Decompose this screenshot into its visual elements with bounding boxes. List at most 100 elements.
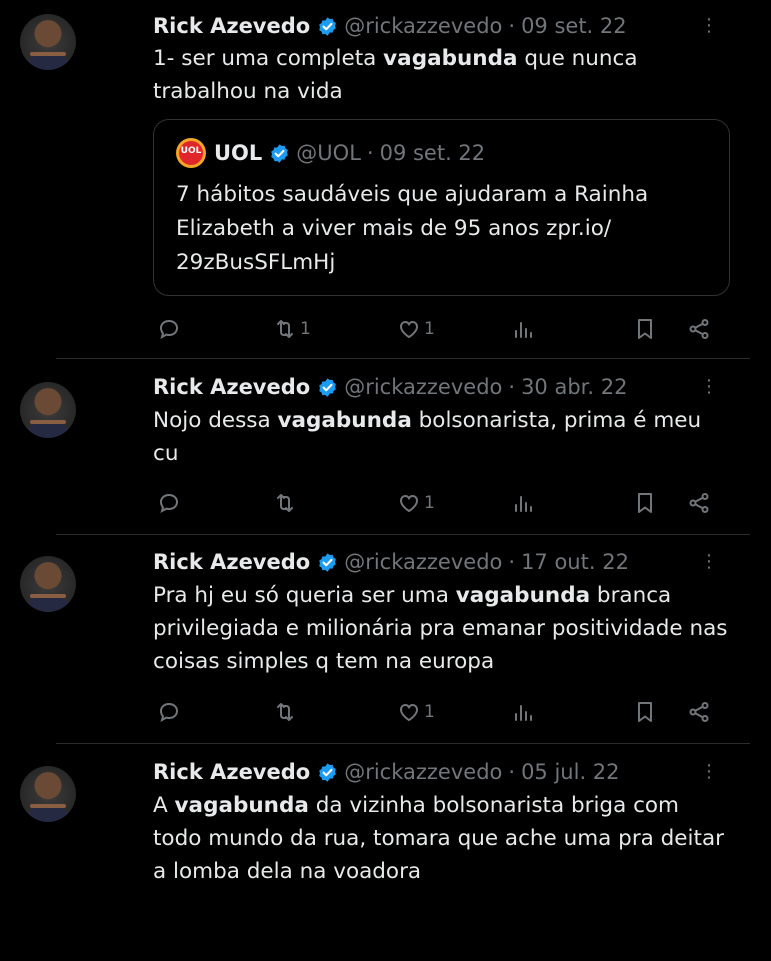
author-handle[interactable]: @rickazzevedo bbox=[344, 375, 502, 399]
avatar[interactable] bbox=[20, 556, 76, 612]
more-options-icon[interactable]: ⋮ bbox=[697, 760, 721, 784]
share-icon bbox=[689, 493, 709, 513]
text-segment: Nojo dessa bbox=[153, 408, 278, 433]
tweet-date[interactable]: 30 abr. 22 bbox=[521, 375, 627, 399]
quoted-tweet-header: UOL UOL @UOL · 09 set. 22 bbox=[176, 138, 485, 168]
bookmark-icon bbox=[638, 702, 652, 722]
author-name[interactable]: Rick Azevedo bbox=[153, 375, 310, 399]
quoted-tweet-text: 7 hábitos saudáveis que ajudaram a Rainh… bbox=[176, 182, 649, 275]
views-icon bbox=[515, 705, 532, 721]
heart-icon bbox=[399, 320, 419, 339]
author-handle[interactable]: @rickazzevedo bbox=[344, 550, 502, 574]
tweet-header: Rick Azevedo @rickazzevedo · 30 abr. 22 bbox=[153, 371, 627, 403]
text-segment: 1- ser uma completa bbox=[153, 46, 384, 71]
views-button[interactable] bbox=[511, 697, 535, 727]
retweet-button[interactable] bbox=[273, 697, 300, 727]
like-button[interactable]: 1 bbox=[397, 488, 435, 518]
retweet-icon bbox=[277, 703, 293, 721]
share-button[interactable] bbox=[687, 488, 711, 518]
uol-logo: UOL bbox=[176, 138, 206, 168]
reply-icon bbox=[159, 493, 179, 514]
like-button[interactable]: 1 bbox=[397, 697, 435, 727]
tweet-text: Pra hj eu só queria ser uma vagabunda br… bbox=[153, 579, 733, 678]
retweet-button[interactable]: 1 bbox=[273, 314, 311, 344]
quoted-tweet-date: 09 set. 22 bbox=[379, 141, 486, 165]
divider bbox=[56, 743, 750, 744]
tweet-text: 1- ser uma completa vagabunda que nunca … bbox=[153, 42, 733, 108]
author-name[interactable]: Rick Azevedo bbox=[153, 550, 310, 574]
author-handle[interactable]: @rickazzevedo bbox=[344, 760, 502, 784]
avatar[interactable] bbox=[20, 382, 76, 438]
heart-icon bbox=[399, 703, 419, 722]
tweet-actions: 1 bbox=[153, 697, 723, 727]
separator: · bbox=[366, 141, 374, 165]
heart-icon bbox=[399, 494, 419, 513]
tweet-date[interactable]: 09 set. 22 bbox=[521, 14, 627, 38]
reply-icon bbox=[159, 319, 179, 340]
bookmark-button[interactable] bbox=[633, 697, 657, 727]
timeline-feed: Rick Azevedo @rickazzevedo · 09 set. 22 … bbox=[0, 0, 771, 961]
tweet-header: Rick Azevedo @rickazzevedo · 05 jul. 22 bbox=[153, 756, 620, 788]
separator: · bbox=[508, 14, 516, 38]
share-button[interactable] bbox=[687, 314, 711, 344]
tweet-header: Rick Azevedo @rickazzevedo · 17 out. 22 bbox=[153, 546, 629, 578]
more-options-icon[interactable]: ⋮ bbox=[697, 550, 721, 574]
like-count: 1 bbox=[424, 702, 435, 722]
quoted-author-handle: @UOL bbox=[296, 141, 361, 165]
quoted-author-name: UOL bbox=[214, 141, 263, 165]
avatar[interactable] bbox=[20, 14, 76, 70]
bookmark-button[interactable] bbox=[633, 488, 657, 518]
share-icon bbox=[689, 702, 709, 722]
tweet-date[interactable]: 17 out. 22 bbox=[521, 550, 629, 574]
reply-button[interactable] bbox=[157, 488, 181, 518]
text-bold-segment: vagabunda bbox=[383, 46, 518, 71]
tweet-actions: 1 1 bbox=[153, 314, 723, 344]
quoted-tweet[interactable]: UOL UOL @UOL · 09 set. 22 7 hábitos saud… bbox=[153, 119, 730, 296]
text-segment: A bbox=[153, 793, 175, 818]
reply-button[interactable] bbox=[157, 314, 181, 344]
tweet-header: Rick Azevedo @rickazzevedo · 09 set. 22 bbox=[153, 10, 627, 42]
bookmark-icon bbox=[638, 319, 652, 339]
text-bold-segment: vagabunda bbox=[455, 583, 591, 608]
text-segment: Pra hj eu só queria ser uma bbox=[153, 583, 456, 608]
like-count: 1 bbox=[424, 493, 435, 513]
tweet-text: A vagabunda da vizinha bolsonarista brig… bbox=[153, 789, 733, 888]
avatar[interactable] bbox=[20, 766, 76, 822]
divider bbox=[56, 534, 750, 535]
separator: · bbox=[508, 375, 516, 399]
views-button[interactable] bbox=[511, 488, 535, 518]
logo-text: UOL bbox=[180, 146, 202, 156]
author-name[interactable]: Rick Azevedo bbox=[153, 760, 310, 784]
verified-badge-icon bbox=[319, 377, 337, 397]
share-icon bbox=[689, 319, 709, 339]
reply-button[interactable] bbox=[157, 697, 181, 727]
like-count: 1 bbox=[424, 319, 435, 339]
author-handle[interactable]: @rickazzevedo bbox=[344, 14, 502, 38]
bookmark-button[interactable] bbox=[633, 314, 657, 344]
verified-badge-icon bbox=[319, 762, 337, 782]
views-button[interactable] bbox=[511, 314, 535, 344]
separator: · bbox=[508, 550, 516, 574]
more-options-icon[interactable]: ⋮ bbox=[697, 14, 721, 38]
divider bbox=[56, 358, 750, 359]
tweet-actions: 1 bbox=[153, 488, 723, 518]
separator: · bbox=[508, 760, 516, 784]
verified-badge-icon bbox=[319, 552, 337, 572]
retweet-count: 1 bbox=[300, 319, 311, 339]
author-name[interactable]: Rick Azevedo bbox=[153, 14, 310, 38]
share-button[interactable] bbox=[687, 697, 711, 727]
bookmark-icon bbox=[638, 493, 652, 513]
views-icon bbox=[515, 496, 532, 512]
retweet-icon bbox=[277, 494, 293, 512]
tweet-date[interactable]: 05 jul. 22 bbox=[521, 760, 619, 784]
like-button[interactable]: 1 bbox=[397, 314, 435, 344]
tweet-text: Nojo dessa vagabunda bolsonarista, prima… bbox=[153, 404, 733, 470]
text-bold-segment: vagabunda bbox=[277, 408, 412, 433]
views-icon bbox=[515, 322, 532, 338]
text-bold-segment: vagabunda bbox=[174, 793, 309, 818]
reply-icon bbox=[159, 702, 179, 723]
more-options-icon[interactable]: ⋮ bbox=[697, 375, 721, 399]
retweet-button[interactable] bbox=[273, 488, 300, 518]
retweet-icon bbox=[277, 320, 293, 338]
verified-badge-icon bbox=[271, 143, 289, 163]
